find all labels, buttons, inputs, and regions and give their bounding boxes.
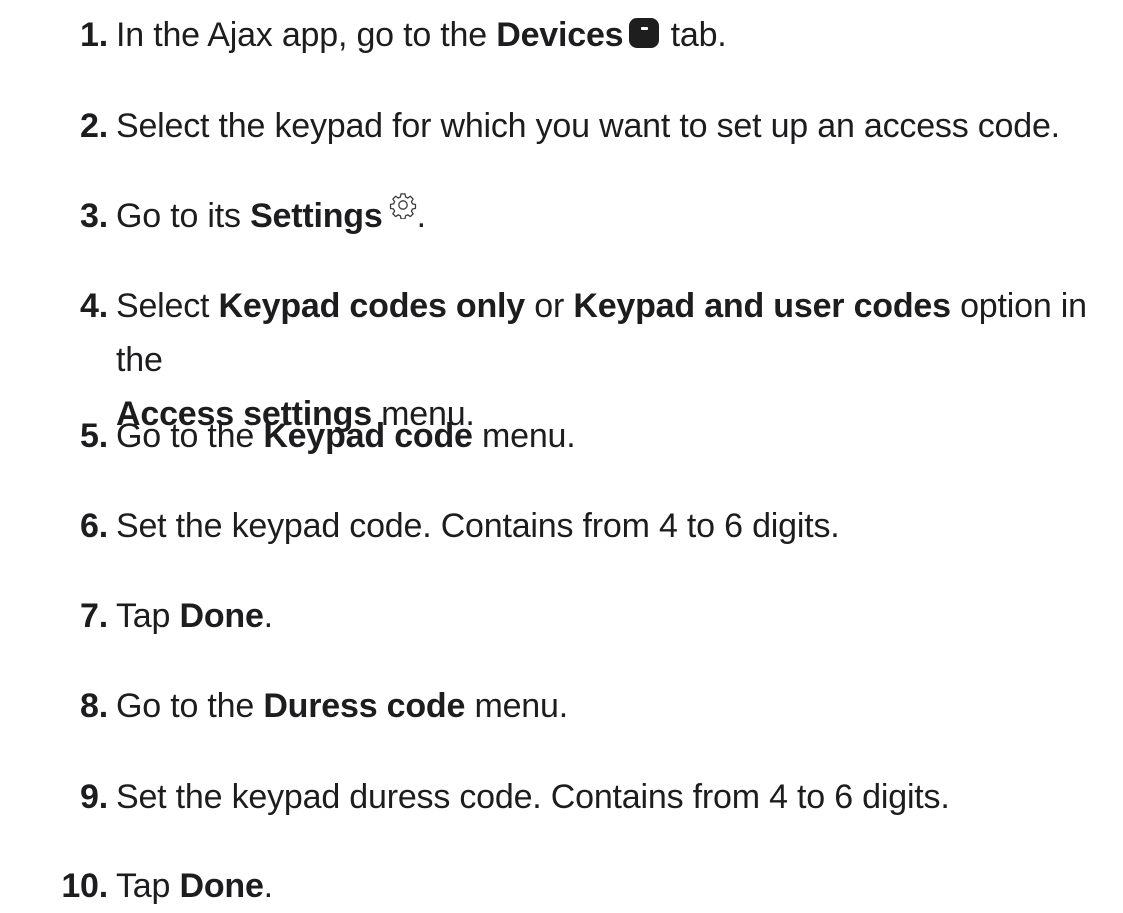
step-text: Go to its Settings. <box>116 189 1123 243</box>
step-number: 7. <box>80 597 108 635</box>
step-text: Select the keypad for which you want to … <box>116 107 1060 145</box>
step-text: menu. <box>465 687 568 725</box>
step-number: 2. <box>80 107 108 145</box>
step-text: Select <box>116 287 219 325</box>
gear-icon <box>389 193 416 219</box>
step-number: 1. <box>80 16 108 54</box>
bold-term: Settings <box>250 197 383 235</box>
step-text: In the Ajax app, go to the Devices tab. <box>116 8 1123 62</box>
step-text: . <box>263 597 273 635</box>
step-text: Go to the Duress code menu. <box>116 679 1123 733</box>
step-text: Set the keypad duress code. Contains fro… <box>116 778 950 816</box>
bold-term: Duress code <box>263 687 466 725</box>
step-text: tab. <box>661 16 727 54</box>
bold-term: Keypad and user codes <box>573 287 951 325</box>
step-text: Set the keypad code. Contains from 4 to … <box>116 507 840 545</box>
step-text: menu. <box>472 417 576 455</box>
step-text: Go to the <box>116 417 264 455</box>
step-number: 10. <box>61 867 108 905</box>
step-text: Go to the <box>116 687 264 725</box>
step-number: 6. <box>80 507 108 545</box>
step-text: In the Ajax app, go to the <box>116 16 497 54</box>
step-text: Set the keypad duress code. Contains fro… <box>116 770 1123 824</box>
step-text: Tap Done. <box>116 859 1123 913</box>
step-number: 5. <box>80 417 108 455</box>
bold-term: Keypad codes only <box>218 287 526 325</box>
step-text: or <box>525 287 574 325</box>
step-number: 4. <box>80 287 108 325</box>
step-number: 9. <box>80 778 108 816</box>
step-text: Tap <box>116 867 180 905</box>
step-text: Set the keypad code. Contains from 4 to … <box>116 499 1123 553</box>
step-text: . <box>416 197 426 235</box>
bold-term: Done <box>179 867 264 905</box>
step-text: Tap <box>116 597 180 635</box>
step-text: Go to its <box>116 197 251 235</box>
step-text: Tap Done. <box>116 589 1123 643</box>
step-line: Select Keypad codes only or Keypad and u… <box>116 279 1123 387</box>
step-text: Go to the Keypad code menu. <box>116 409 1123 463</box>
step-text: . <box>263 867 273 905</box>
step-text: Select the keypad for which you want to … <box>116 99 1123 153</box>
step-number: 3. <box>80 197 108 235</box>
bold-term: Done <box>179 597 264 635</box>
devices-tab-icon <box>629 18 660 48</box>
bold-term: Keypad code <box>263 417 473 455</box>
bold-term: Devices <box>496 16 624 54</box>
step-number: 8. <box>80 687 108 725</box>
